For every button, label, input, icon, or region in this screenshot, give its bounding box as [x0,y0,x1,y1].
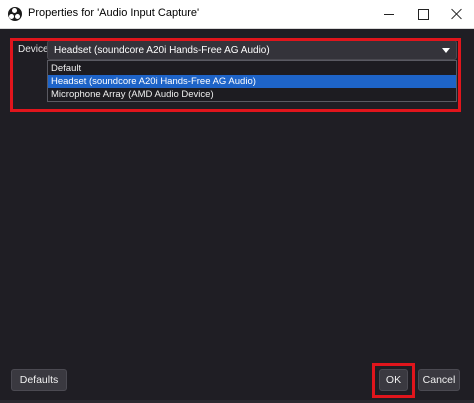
title-bar[interactable]: Properties for 'Audio Input Capture' [0,0,474,29]
obs-logo-icon [8,7,22,21]
close-icon [451,8,463,20]
maximize-icon [418,9,429,20]
minimize-icon [384,14,394,15]
window-title: Properties for 'Audio Input Capture' [28,7,200,19]
annotation-highlight-device [10,38,461,112]
properties-content: Device Headset (soundcore A20i Hands-Fre… [0,29,474,403]
properties-window: Properties for 'Audio Input Capture' Dev… [0,0,474,403]
close-button[interactable] [440,0,474,28]
minimize-button[interactable] [372,0,406,28]
cancel-button[interactable]: Cancel [418,369,460,391]
maximize-button[interactable] [406,0,440,28]
defaults-button[interactable]: Defaults [11,369,67,391]
annotation-highlight-ok [372,363,415,398]
